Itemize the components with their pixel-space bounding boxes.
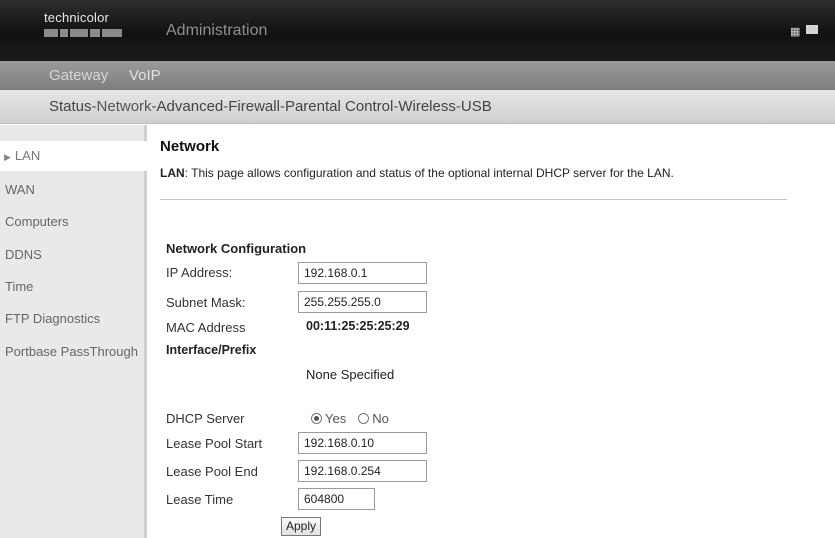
interface-prefix-label: Interface/Prefix [166, 343, 257, 357]
lease-pool-start-label: Lease Pool Start [166, 436, 263, 451]
sidebar-item-ddns[interactable]: DDNS [5, 246, 143, 264]
tab-parental-control[interactable]: Parental Control [285, 98, 393, 115]
mac-address-label: MAC Address [166, 320, 246, 335]
dhcp-yes-radio[interactable]: Yes [311, 411, 346, 426]
sidebar-item-lan[interactable]: ▶ LAN [0, 141, 147, 171]
sub-navigation-bar: Gateway VoIP [0, 61, 835, 90]
sidebar-item-ftp-diagnostics[interactable]: FTP Diagnostics [5, 310, 143, 328]
menu-icon[interactable] [806, 25, 818, 37]
subnet-mask-label: Subnet Mask: [166, 295, 246, 310]
lease-time-label: Lease Time [166, 492, 234, 507]
dhcp-server-radio-group: Yes No [311, 411, 401, 426]
radio-checked-icon [311, 413, 322, 424]
app-title: Administration [166, 22, 268, 39]
ip-address-label: IP Address: [166, 265, 233, 280]
tab-status[interactable]: Status [49, 98, 92, 115]
logo-bar [44, 29, 122, 37]
dhcp-server-label: DHCP Server [166, 411, 245, 426]
lease-pool-end-field[interactable] [298, 460, 427, 482]
flag-icon[interactable]: ▦ [790, 25, 800, 38]
dhcp-yes-label: Yes [325, 411, 347, 426]
technicolor-logo[interactable]: technicolor [44, 10, 124, 37]
apply-button[interactable]: Apply [281, 517, 322, 536]
tab-advanced[interactable]: Advanced [157, 98, 224, 115]
dhcp-no-radio[interactable]: No [358, 411, 389, 426]
subnet-mask-field[interactable] [298, 291, 427, 313]
divider [160, 199, 787, 200]
lease-pool-start-field[interactable] [298, 432, 427, 454]
page-title: Network [160, 138, 220, 155]
nav-voip[interactable]: VoIP [129, 67, 161, 84]
main-content: Network LAN: This page allows configurat… [147, 125, 835, 538]
top-header: technicolor Administration ▦ [0, 0, 835, 61]
interface-prefix-value: None Specified [306, 367, 395, 382]
section-title: Network Configuration [166, 241, 307, 256]
mac-address-value: 00:11:25:25:25:29 [306, 319, 410, 333]
sidebar-item-portbase-passthrough[interactable]: Portbase PassThrough [5, 343, 143, 361]
dhcp-no-label: No [372, 411, 389, 426]
sidebar: ▶ LAN WAN Computers DDNS Time FTP Diagnos… [0, 125, 147, 538]
description-label: LAN [160, 166, 185, 180]
main-navigation-bar: Status - Network - Advanced - Firewall -… [0, 90, 835, 124]
sidebar-item-computers[interactable]: Computers [5, 213, 143, 231]
tab-network[interactable]: Network [97, 98, 152, 115]
ip-address-field[interactable] [298, 262, 427, 284]
sidebar-item-wan[interactable]: WAN [5, 181, 143, 199]
lease-pool-end-label: Lease Pool End [166, 464, 258, 479]
tab-usb[interactable]: USB [461, 98, 492, 115]
radio-unchecked-icon [358, 413, 370, 424]
tab-wireless[interactable]: Wireless [398, 98, 456, 115]
sidebar-item-time[interactable]: Time [5, 278, 143, 296]
lease-time-field[interactable] [298, 488, 375, 510]
tab-firewall[interactable]: Firewall [228, 98, 280, 115]
main-nav-list: Status - Network - Advanced - Firewall -… [49, 98, 492, 115]
sidebar-item-label: LAN [14, 148, 41, 163]
nav-gateway[interactable]: Gateway [49, 67, 108, 84]
caret-right-icon: ▶ [4, 152, 11, 162]
description-text: : This page allows configuration and sta… [184, 166, 674, 180]
page-description: LAN: This page allows configuration and … [160, 166, 674, 180]
logo-text: technicolor [44, 10, 110, 25]
